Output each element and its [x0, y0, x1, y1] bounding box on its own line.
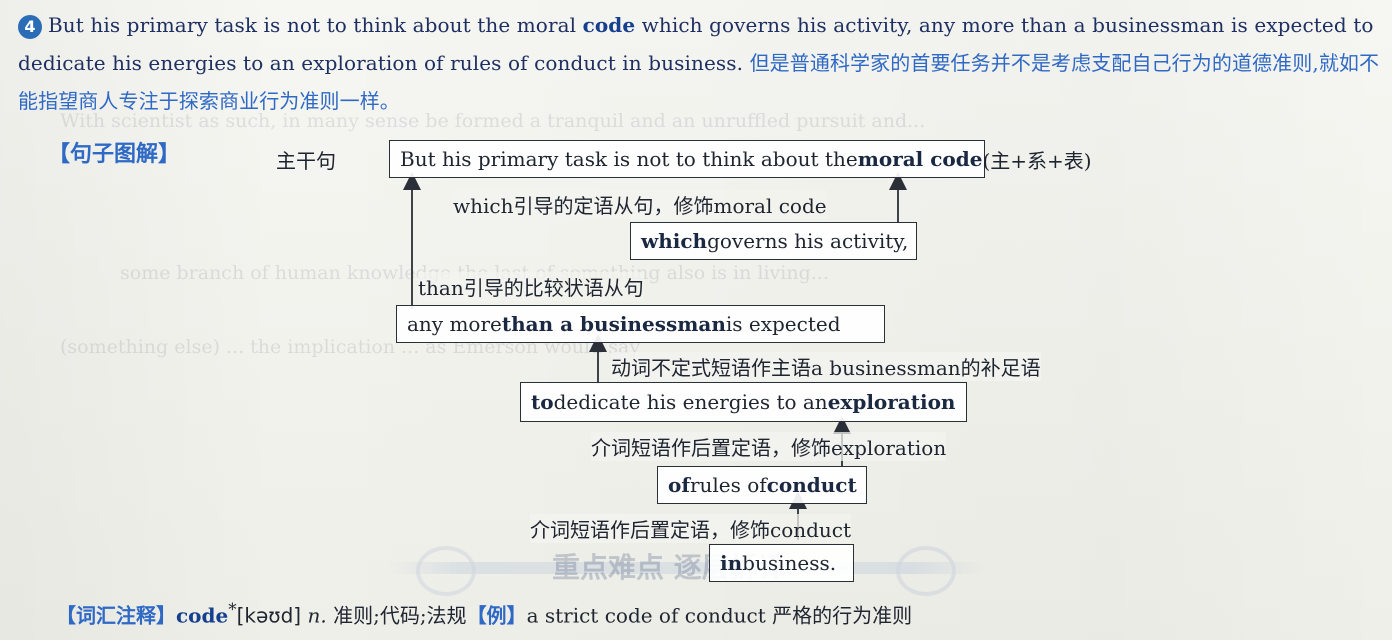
- sentence-text-1: But his primary task is not to think abo…: [48, 13, 583, 37]
- note-prep1-clause: 介词短语作后置定语，修饰exploration: [591, 432, 947, 461]
- vocab-word: code: [176, 603, 229, 628]
- vocab-label: 【词汇注释】: [56, 603, 176, 628]
- main-clause-prefix: But his primary task is not to think abo…: [400, 147, 858, 171]
- prep1-prefix-emphasis: of: [668, 473, 690, 497]
- which-clause-rest: governs his activity,: [707, 229, 909, 253]
- note-infinitive-clause: 动词不定式短语作主语a businessman的补足语: [611, 352, 1041, 381]
- infinitive-middle: dedicate his energies to an: [553, 390, 828, 414]
- vocab-meaning: 准则;代码;法规: [333, 603, 467, 628]
- prep1-suffix-emphasis: conduct: [766, 473, 857, 497]
- sentence-number-badge: 4: [18, 14, 42, 39]
- prep1-clause-box: of rules of conduct: [657, 466, 867, 504]
- infinitive-clause-box: to dedicate his energies to an explorati…: [520, 382, 967, 422]
- stamp-ornament-left: [416, 546, 476, 596]
- main-clause-suffix: (主+系+表): [982, 148, 1092, 173]
- main-clause-box: But his primary task is not to think abo…: [389, 140, 1092, 178]
- note-prep2-clause: 介词短语作后置定语，修饰conduct: [530, 514, 852, 543]
- prep2-prefix-emphasis: in: [720, 551, 743, 575]
- prep2-rest: business.: [742, 551, 837, 575]
- decorative-stamp-banner: [386, 540, 986, 596]
- stamp-ornament-right: [896, 546, 956, 596]
- infinitive-prefix-emphasis: to: [531, 390, 554, 414]
- which-clause-box: which governs his activity,: [630, 222, 917, 260]
- vocab-note: 【词汇注释】code*[kəʊd] n. 准则;代码;法规【例】a strict…: [56, 594, 912, 632]
- vocab-example-zh: 严格的行为准则: [772, 603, 913, 628]
- prep1-middle: rules of: [689, 473, 767, 497]
- note-than-clause: than引导的比较状语从句: [418, 272, 644, 301]
- sentence-keyword-code: code: [582, 13, 636, 37]
- than-clause-box: any more than a businessman is expected: [396, 305, 885, 343]
- document-page: With scientist as such, in many sense be…: [0, 0, 1392, 640]
- than-clause-suffix: is expected: [725, 312, 841, 336]
- which-clause-emphasis: which: [641, 229, 708, 253]
- main-clause-emphasis: moral code: [857, 147, 983, 171]
- main-clause-label: 主干句: [276, 149, 336, 173]
- note-which-clause: which引导的定语从句，修饰moral code: [453, 190, 827, 219]
- vocab-example-label: 【例】: [466, 603, 527, 628]
- vocab-example-en: a strict code of conduct: [526, 603, 766, 628]
- infinitive-suffix-emphasis: exploration: [827, 390, 956, 414]
- than-clause-emphasis: than a businessman: [501, 312, 726, 336]
- vocab-marker: *: [228, 600, 237, 619]
- than-clause-prefix: any more: [407, 312, 502, 336]
- stamp-bar: [386, 562, 986, 574]
- prep2-clause-box: in business.: [709, 544, 854, 582]
- vocab-pos: n.: [307, 603, 327, 628]
- example-sentence: 4 But his primary task is not to think ab…: [18, 6, 1384, 120]
- vocab-phonetic: [kəʊd]: [236, 603, 302, 628]
- diagram-section-label: 【句子图解】: [48, 141, 181, 167]
